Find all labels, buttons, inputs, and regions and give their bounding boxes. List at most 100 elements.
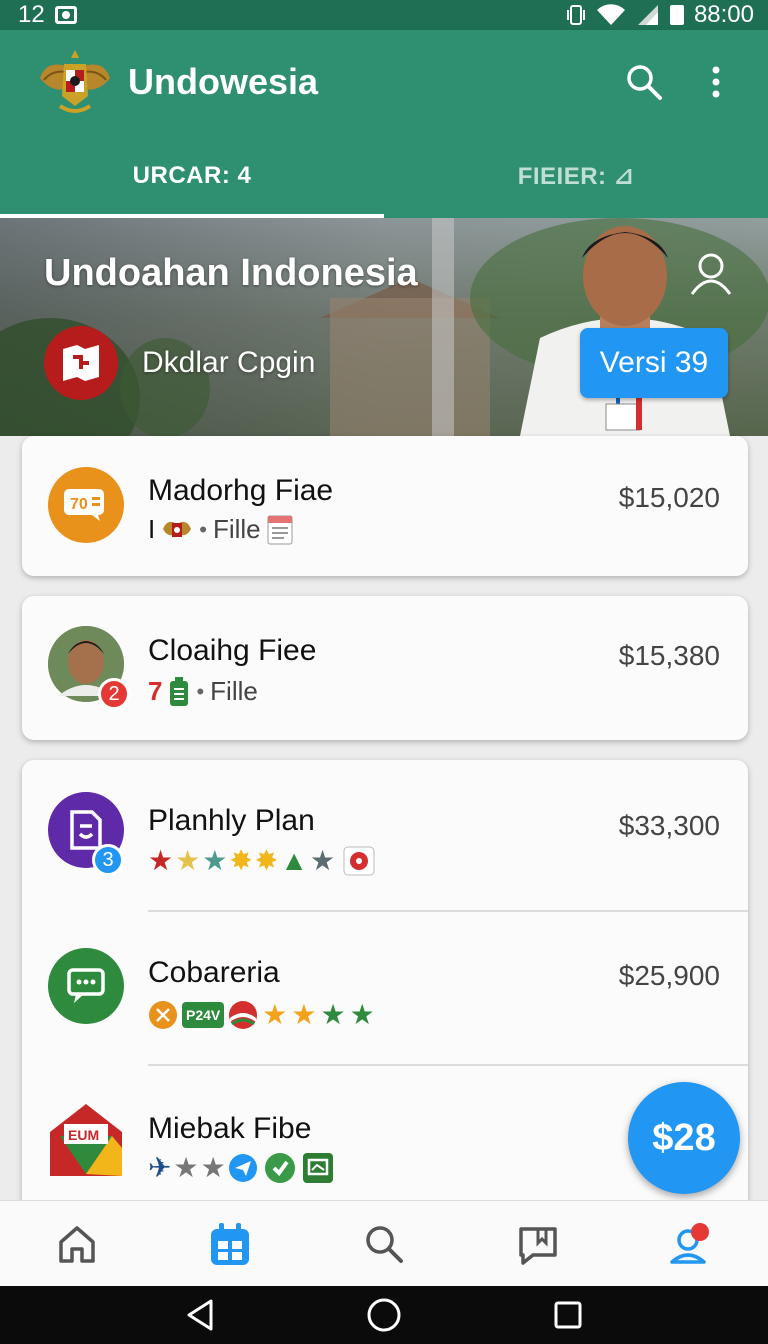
sun-icon xyxy=(149,1001,177,1029)
tag-sticker: P24V xyxy=(182,1002,225,1028)
item-title: Planhly Plan xyxy=(148,804,315,837)
search-icon xyxy=(366,1225,403,1263)
item-icon: 70 xyxy=(48,467,124,543)
battery-doc-icon xyxy=(170,676,189,706)
app-bar: Undowesia xyxy=(0,30,768,134)
hero-profile-button[interactable] xyxy=(688,250,734,296)
nav-profile[interactable] xyxy=(614,1201,768,1286)
status-clock: 88:00 xyxy=(693,1,754,28)
tab-fieier[interactable]: FIEIER: ⊿ xyxy=(384,134,768,218)
bottom-navigation xyxy=(0,1200,768,1286)
nav-search[interactable] xyxy=(307,1201,461,1286)
star-icon: ★ xyxy=(320,999,346,1030)
home-badge-icon: EUM xyxy=(50,1104,122,1176)
nav-home[interactable] xyxy=(0,1201,154,1286)
flag-icon xyxy=(229,1001,258,1029)
battery-icon xyxy=(669,5,684,25)
emblem-icon xyxy=(163,521,192,537)
image-icon xyxy=(302,1153,333,1183)
item-rating: ★ ★ ★ ✸ ✸ ▲ ★ xyxy=(148,846,375,876)
star-icon: ★ xyxy=(148,845,174,876)
signal-icon xyxy=(637,5,658,25)
list-item[interactable]: Cobareria P24V ★ ★ ★ ★ $25,900 xyxy=(22,912,748,1064)
back-icon[interactable] xyxy=(185,1298,215,1332)
list-item[interactable]: 3 Planhly Plan ★ ★ ★ ✸ ✸ ▲ ★ $33,300 xyxy=(22,760,748,910)
nav-calendar[interactable] xyxy=(154,1201,308,1286)
status-bar: 12 88:00 xyxy=(0,0,768,30)
calendar-doc-icon xyxy=(267,515,293,544)
search-icon xyxy=(627,65,662,100)
list-item[interactable]: 2 Cloaihg Fiee 7 • Fille $15,380 xyxy=(22,596,748,740)
hero-logo-badge xyxy=(44,326,118,400)
wifi-icon xyxy=(596,4,625,25)
more-vert-icon xyxy=(712,66,720,98)
chat-bubble-icon: 70 xyxy=(64,489,104,521)
search-button[interactable] xyxy=(616,54,672,110)
profile-icon xyxy=(670,1222,710,1264)
avatar: 2 xyxy=(48,626,130,710)
home-button-icon[interactable] xyxy=(366,1297,402,1333)
item-price: $25,900 xyxy=(618,960,720,991)
item-meta: 7 • Fille xyxy=(148,676,258,706)
star-icon: ★ xyxy=(309,845,336,876)
star-icon: ★ xyxy=(173,1152,199,1183)
nav-library[interactable] xyxy=(461,1201,615,1286)
item-meta-prefix: 7 xyxy=(148,676,163,706)
calendar-icon xyxy=(211,1222,250,1265)
item-meta: I • Fille xyxy=(148,514,293,545)
item-icon: 3 xyxy=(48,792,124,876)
star-icon: ★ xyxy=(200,1152,226,1183)
star-icon: ★ xyxy=(349,999,375,1030)
home-icon xyxy=(59,1225,95,1263)
list-card: 70 Madorhg Fiae I • Fille $15,020 xyxy=(22,436,748,576)
home-badge-label: EUM xyxy=(68,1127,99,1143)
notification-badge: 2 xyxy=(98,678,130,710)
notification-badge: 3 xyxy=(92,844,124,876)
overflow-menu-button[interactable] xyxy=(688,54,744,110)
item-price: $15,020 xyxy=(618,482,720,513)
map-book-icon xyxy=(63,345,99,381)
version-button[interactable]: Versi 39 xyxy=(580,328,728,398)
star-icon: ★ xyxy=(202,845,228,876)
item-meta-label: Fille xyxy=(210,676,258,706)
hero-subtitle: Dkdlar Cpgin xyxy=(142,346,316,379)
tab-urcar[interactable]: URCAR: 4 xyxy=(0,134,384,218)
burst-icon: ✸ xyxy=(254,845,279,876)
vibrate-icon xyxy=(566,5,585,25)
message-icon xyxy=(67,968,105,1003)
book-icon xyxy=(518,1226,557,1265)
app-title: Undowesia xyxy=(128,61,319,102)
user-icon xyxy=(690,253,732,295)
hero-title: Undoahan Indonesia xyxy=(44,252,418,294)
svg-text:70: 70 xyxy=(70,496,88,513)
camera-notification-icon xyxy=(54,6,77,24)
star-icon: ★ xyxy=(291,999,317,1030)
background-pole xyxy=(432,218,454,436)
tab-bar: URCAR: 4 FIEIER: ⊿ xyxy=(0,134,768,218)
item-tags: P24V ★ ★ ★ ★ xyxy=(148,1000,375,1030)
tree-icon: ▲ xyxy=(280,845,308,876)
list-item[interactable]: 70 Madorhg Fiae I • Fille $15,020 xyxy=(22,436,748,576)
recents-icon[interactable] xyxy=(553,1300,583,1330)
background-building xyxy=(330,298,490,436)
star-icon: ★ xyxy=(175,845,201,876)
alert-app-icon xyxy=(343,846,375,876)
garuda-emblem-logo xyxy=(40,50,110,113)
check-icon xyxy=(264,1153,295,1183)
item-title: Miebak Fibe xyxy=(148,1112,312,1145)
plane-icon: ✈ xyxy=(148,1152,172,1183)
item-price: $33,300 xyxy=(618,810,720,841)
send-icon xyxy=(228,1154,257,1182)
hero-banner xyxy=(0,218,768,436)
item-title: Cloaihg Fiee xyxy=(148,634,317,667)
item-price: $15,380 xyxy=(618,640,720,671)
item-title: Cobareria xyxy=(148,956,280,989)
item-title: Madorhg Fiae xyxy=(148,474,334,507)
price-fab-button[interactable]: $28 xyxy=(628,1082,740,1194)
star-icon: ★ xyxy=(262,999,288,1030)
status-time: 12 xyxy=(18,1,45,28)
item-meta-label: Fille xyxy=(212,514,261,544)
burst-icon: ✸ xyxy=(229,845,253,876)
list-card: 2 Cloaihg Fiee 7 • Fille $15,380 xyxy=(22,596,748,740)
item-rating: ✈ ★ ★ xyxy=(148,1152,334,1184)
